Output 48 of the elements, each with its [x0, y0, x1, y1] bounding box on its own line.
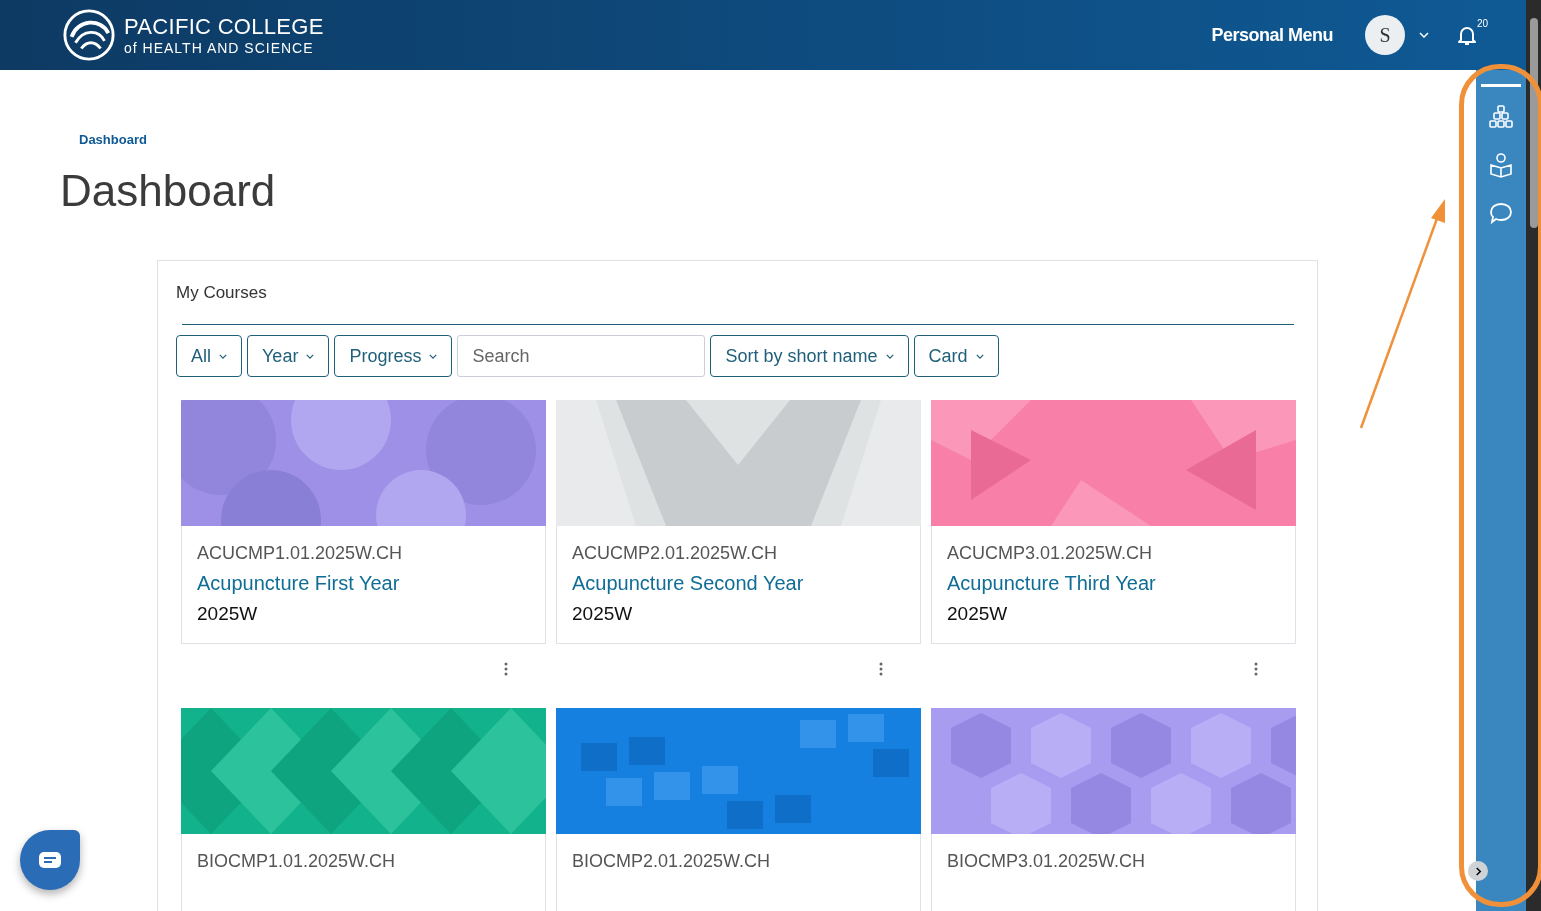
course-code: BIOCMP3.01.2025W.CH [947, 851, 1147, 872]
course-card[interactable]: BIOCMP3.01.2025W.CH [931, 708, 1296, 911]
caret-icon [885, 353, 894, 359]
search-field[interactable]: Search [457, 335, 706, 377]
course-card[interactable]: ACUCMP1.01.2025W.CH Acupuncture First Year 2025W [181, 400, 546, 644]
course-code: BIOCMP1.01.2025W.CH [197, 851, 397, 872]
chat-icon [38, 851, 62, 869]
panel-title: My Courses [176, 283, 268, 303]
course-name-link[interactable]: Acupuncture Third Year [947, 572, 1280, 595]
chevron-right-icon [1473, 866, 1483, 876]
course-code: ACUCMP2.01.2025W.CH [572, 543, 779, 564]
course-code: ACUCMP3.01.2025W.CH [947, 543, 1154, 564]
notification-count: 20 [1476, 18, 1488, 29]
logo-title: PACIFIC COLLEGE [124, 15, 324, 38]
more-options-icon[interactable] [1254, 662, 1258, 676]
chat-button[interactable] [20, 830, 80, 890]
filter-dropdown[interactable]: Progress [334, 335, 453, 377]
course-name-link[interactable]: Acupuncture First Year [197, 572, 530, 595]
caret-icon [306, 353, 315, 359]
user-avatar[interactable]: S [1365, 15, 1405, 55]
logo-subtitle: of HEALTH AND SCIENCE [124, 40, 315, 55]
course-card[interactable]: BIOCMP2.01.2025W.CH [556, 708, 921, 911]
page-title: Dashboard [60, 166, 277, 216]
blocks-icon[interactable] [1487, 103, 1515, 131]
course-card[interactable]: BIOCMP1.01.2025W.CH [181, 708, 546, 911]
filter-dropdown[interactable]: Year [247, 335, 330, 377]
filter-dropdown[interactable]: All [176, 335, 242, 377]
course-code: BIOCMP2.01.2025W.CH [572, 851, 772, 872]
course-code: ACUCMP1.01.2025W.CH [197, 543, 404, 564]
course-card[interactable]: ACUCMP2.01.2025W.CH Acupuncture Second Year 2025W [556, 400, 921, 644]
personal-menu-link[interactable]: Personal Menu [1211, 24, 1333, 46]
filter-dropdown[interactable]: Sort by short name [710, 335, 909, 377]
more-options-icon[interactable] [504, 662, 508, 676]
course-name-link[interactable]: Acupuncture Second Year [572, 572, 905, 595]
caret-icon [975, 353, 984, 359]
more-options-icon[interactable] [879, 662, 883, 676]
swirl-logo-icon [62, 8, 116, 62]
course-card[interactable]: ACUCMP3.01.2025W.CH Acupuncture Third Year 2025W [931, 400, 1296, 644]
filter-dropdown[interactable]: Card [913, 335, 999, 377]
breadcrumb-link[interactable]: Dashboard [79, 132, 147, 147]
expand-button[interactable] [1468, 861, 1488, 881]
caret-icon [429, 353, 438, 359]
caret-icon [219, 353, 227, 359]
reader-icon[interactable] [1487, 151, 1515, 179]
course-term: 2025W [572, 603, 634, 625]
caret-icon[interactable] [1419, 32, 1429, 38]
course-term: 2025W [947, 603, 1009, 625]
course-term: 2025W [197, 603, 259, 625]
